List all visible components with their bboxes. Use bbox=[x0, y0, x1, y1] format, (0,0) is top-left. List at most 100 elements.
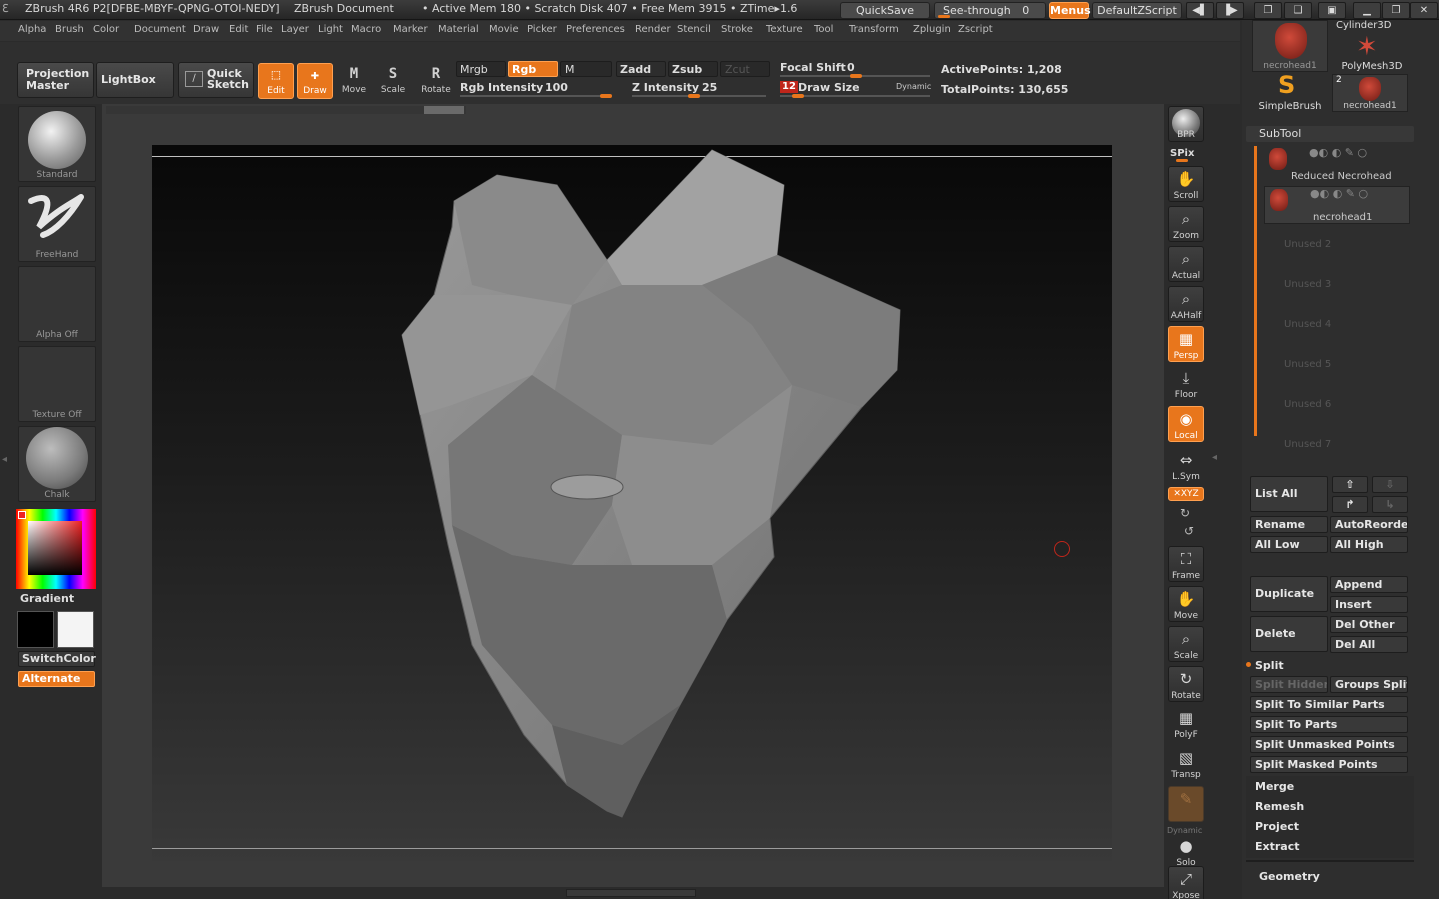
rotate-button[interactable]: R Rotate bbox=[418, 63, 454, 99]
lsym-button[interactable]: ⇔ L.Sym bbox=[1168, 448, 1204, 484]
move-button[interactable]: M Move bbox=[336, 63, 372, 99]
move-up-branch-icon[interactable]: ↱ bbox=[1332, 496, 1368, 513]
subtool-item[interactable]: ●◐ ◐ ✎ ○ Reduced Necrohead bbox=[1264, 146, 1410, 184]
subtool-header[interactable]: SubTool bbox=[1246, 126, 1414, 142]
layout2-icon[interactable]: ❑ bbox=[1284, 2, 1312, 19]
quicksave-button[interactable]: QuickSave bbox=[840, 2, 930, 19]
maximize-icon[interactable]: ❐ bbox=[1382, 2, 1410, 19]
merge-section[interactable]: Merge bbox=[1255, 780, 1294, 793]
menu-alpha[interactable]: Alpha bbox=[18, 24, 46, 35]
quick-sketch-button[interactable]: ∕ Quick Sketch bbox=[178, 62, 254, 98]
menu-marker[interactable]: Marker bbox=[393, 24, 428, 35]
auto-reorder-button[interactable]: AutoReorder bbox=[1330, 516, 1408, 533]
aahalf-button[interactable]: ⌕ AAHalf bbox=[1168, 286, 1204, 322]
stroke-selector[interactable]: FreeHand bbox=[18, 186, 96, 262]
tool-thumb-necrohead1-b[interactable]: 2 necrohead1 bbox=[1332, 74, 1408, 112]
menu-render[interactable]: Render bbox=[635, 24, 671, 35]
edit-button[interactable]: ⬚ Edit bbox=[258, 63, 294, 99]
primary-color-swatch[interactable] bbox=[17, 611, 54, 648]
shelf-move-button[interactable]: ✋ Move bbox=[1168, 586, 1204, 622]
subtool-item-selected[interactable]: ●◐ ◐ ✎ ○ necrohead1 bbox=[1264, 186, 1410, 224]
remesh-section[interactable]: Remesh bbox=[1255, 800, 1304, 813]
split-to-similar-parts-button[interactable]: Split To Similar Parts bbox=[1250, 696, 1408, 713]
frame-button[interactable]: ⛶ Frame bbox=[1168, 546, 1204, 582]
lightbox-button[interactable]: LightBox bbox=[96, 62, 174, 98]
shelf-scale-button[interactable]: ⌕ Scale bbox=[1168, 626, 1204, 662]
see-through-slider[interactable]: See-through 0 bbox=[934, 2, 1046, 19]
texture-selector[interactable]: Texture Off bbox=[18, 346, 96, 422]
rename-button[interactable]: Rename bbox=[1250, 516, 1328, 533]
polyf-button[interactable]: ▦ PolyF bbox=[1168, 706, 1204, 742]
color-saturation-square[interactable] bbox=[28, 521, 82, 575]
canvas-bottom-scrollbar[interactable] bbox=[566, 889, 696, 897]
move-down-branch-icon[interactable]: ↳ bbox=[1372, 496, 1408, 513]
all-low-button[interactable]: All Low bbox=[1250, 536, 1328, 553]
move-up-arrow-icon[interactable]: ⇧ bbox=[1332, 476, 1368, 493]
groups-split-button[interactable]: Groups Split bbox=[1330, 676, 1408, 693]
menu-transform[interactable]: Transform bbox=[849, 24, 899, 35]
dynamic-toggle[interactable]: Dynamic bbox=[896, 82, 931, 91]
solo-button[interactable]: ● Solo bbox=[1168, 834, 1204, 870]
menu-picker[interactable]: Picker bbox=[527, 24, 557, 35]
split-masked-points-button[interactable]: Split Masked Points bbox=[1250, 756, 1408, 773]
tool-thumb-necrohead1[interactable]: necrohead1 bbox=[1252, 20, 1328, 72]
sculpt-model[interactable] bbox=[152, 145, 1112, 861]
projection-master-button[interactable]: Projection Master bbox=[17, 62, 94, 98]
del-other-button[interactable]: Del Other bbox=[1330, 616, 1408, 633]
default-zscript-button[interactable]: DefaultZScript bbox=[1092, 2, 1182, 19]
left-tray-collapse-icon[interactable]: ◂ bbox=[2, 454, 7, 465]
persp-button[interactable]: ▦ Persp bbox=[1168, 326, 1204, 362]
menu-light[interactable]: Light bbox=[318, 24, 343, 35]
tool-thumb-polymesh3d[interactable]: ✶ PolyMesh3D bbox=[1334, 34, 1410, 72]
menu-movie[interactable]: Movie bbox=[489, 24, 519, 35]
tray-left-icon[interactable]: ◀▌ bbox=[1186, 2, 1214, 19]
secondary-color-swatch[interactable] bbox=[57, 611, 94, 648]
duplicate-button[interactable]: Duplicate bbox=[1250, 576, 1328, 612]
actual-button[interactable]: ⌕ Actual bbox=[1168, 246, 1204, 282]
tool-thumb-simplebrush[interactable]: S SimpleBrush bbox=[1252, 72, 1328, 112]
alternate-button[interactable]: Alternate bbox=[18, 671, 95, 687]
move-down-arrow-icon[interactable]: ⇩ bbox=[1372, 476, 1408, 493]
project-section[interactable]: Project bbox=[1255, 820, 1299, 833]
split-unmasked-points-button[interactable]: Split Unmasked Points bbox=[1250, 736, 1408, 753]
document-viewport[interactable] bbox=[152, 145, 1112, 861]
list-all-button[interactable]: List All bbox=[1250, 476, 1328, 512]
transp-button[interactable]: ▧ Transp bbox=[1168, 746, 1204, 782]
extract-section[interactable]: Extract bbox=[1255, 840, 1300, 853]
menu-layer[interactable]: Layer bbox=[281, 24, 309, 35]
scale-button[interactable]: S Scale bbox=[375, 63, 411, 99]
material-selector[interactable]: Chalk bbox=[18, 426, 96, 502]
menu-edit[interactable]: Edit bbox=[229, 24, 248, 35]
menu-file[interactable]: File bbox=[256, 24, 273, 35]
layout-icon[interactable]: ❐ bbox=[1254, 2, 1282, 19]
menu-color[interactable]: Color bbox=[93, 24, 119, 35]
split-hidden-button[interactable]: Split Hidden bbox=[1250, 676, 1328, 693]
menu-brush[interactable]: Brush bbox=[55, 24, 84, 35]
split-to-parts-button[interactable]: Split To Parts bbox=[1250, 716, 1408, 733]
menu-macro[interactable]: Macro bbox=[351, 24, 381, 35]
close-icon[interactable]: ✕ bbox=[1410, 2, 1438, 19]
subtool-visibility-icon[interactable]: ●◐ ◐ ✎ ○ bbox=[1309, 146, 1367, 159]
floor-button[interactable]: ⤓ Floor bbox=[1168, 366, 1204, 402]
menu-document[interactable]: Document bbox=[134, 24, 186, 35]
focal-shift-slider[interactable]: Focal Shift 0 bbox=[776, 60, 932, 78]
xpose-button[interactable]: ⤢ Xpose bbox=[1168, 866, 1204, 899]
del-all-button[interactable]: Del All bbox=[1330, 636, 1408, 653]
subtool-scrollbar[interactable] bbox=[1254, 146, 1257, 436]
right-tray-collapse-icon[interactable]: ◂ bbox=[1212, 452, 1217, 463]
z-intensity-slider[interactable]: Z Intensity 25 bbox=[628, 79, 768, 98]
ghost-button[interactable]: ✎ bbox=[1168, 786, 1204, 822]
rgb-intensity-slider[interactable]: Rgb Intensity 100 bbox=[456, 79, 614, 98]
switchcolor-button[interactable]: SwitchColor bbox=[18, 651, 96, 667]
scroll-button[interactable]: ✋ Scroll bbox=[1168, 166, 1204, 202]
geometry-section[interactable]: Geometry bbox=[1259, 870, 1320, 883]
insert-button[interactable]: Insert bbox=[1330, 596, 1408, 613]
draw-button[interactable]: ✚ Draw bbox=[297, 63, 333, 99]
rotate-z-icon[interactable]: ↺ bbox=[1184, 524, 1194, 538]
xyz-toggle[interactable]: ✕XYZ bbox=[1168, 487, 1204, 501]
local-button[interactable]: ◉ Local bbox=[1168, 406, 1204, 442]
menus-button[interactable]: Menus bbox=[1049, 2, 1091, 19]
brush-selector[interactable]: Standard bbox=[18, 106, 96, 182]
color-picker[interactable] bbox=[16, 509, 96, 589]
menu-stencil[interactable]: Stencil bbox=[677, 24, 711, 35]
